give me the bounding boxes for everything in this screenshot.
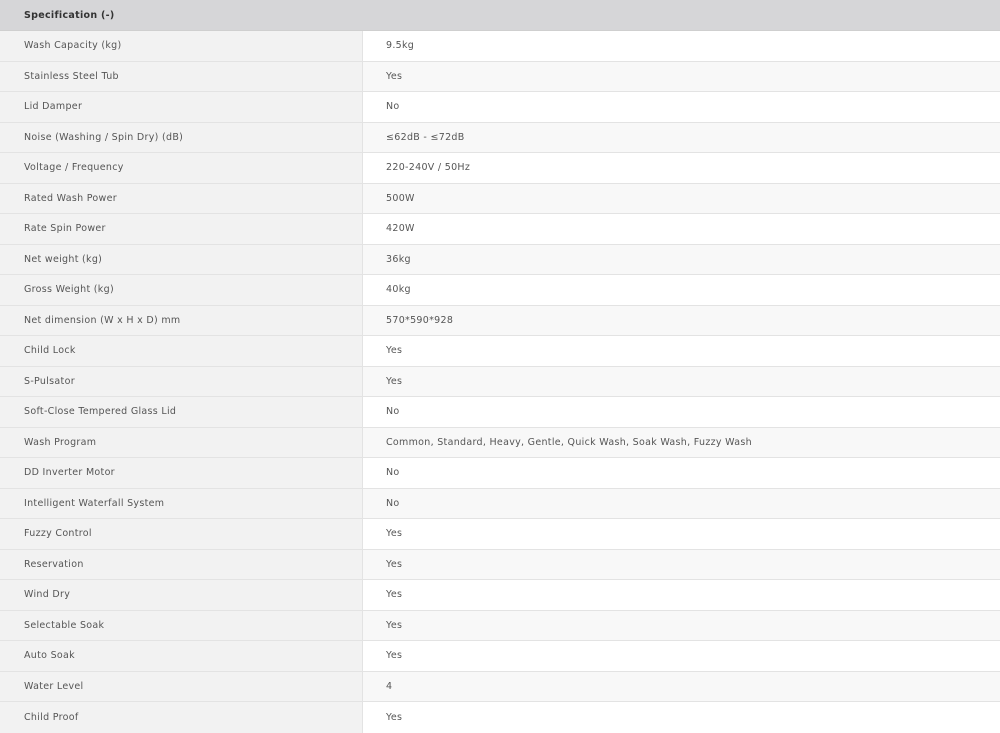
table-row: Intelligent Waterfall System No [0,488,1000,519]
spec-label: Wash Program [0,427,363,457]
table-row: Gross Weight (kg) 40kg [0,275,1000,306]
spec-label: Soft-Close Tempered Glass Lid [0,397,363,427]
spec-label: Wind Dry [0,580,363,610]
spec-label: Voltage / Frequency [0,153,363,183]
spec-label: Fuzzy Control [0,519,363,549]
spec-label: Intelligent Waterfall System [0,488,363,518]
spec-label: Wash Capacity (kg) [0,31,363,61]
specification-title: Specification (-) [24,9,115,21]
spec-value: 40kg [363,275,1000,305]
specification-table: Specification (-) Wash Capacity (kg) 9.5k… [0,0,1000,733]
table-row: Net dimension (W x H x D) mm 570*590*928 [0,305,1000,336]
spec-value: ≤62dB - ≤72dB [363,122,1000,152]
table-row: Rate Spin Power 420W [0,214,1000,245]
table-row: Selectable Soak Yes [0,610,1000,641]
spec-label: Child Proof [0,702,363,733]
spec-label: S-Pulsator [0,366,363,396]
spec-label: Reservation [0,549,363,579]
spec-value: Yes [363,519,1000,549]
table-row: Wash Capacity (kg) 9.5kg [0,31,1000,62]
table-row: Voltage / Frequency 220-240V / 50Hz [0,153,1000,184]
table-row: Net weight (kg) 36kg [0,244,1000,275]
spec-value: No [363,458,1000,488]
spec-value: Yes [363,549,1000,579]
table-row: Wind Dry Yes [0,580,1000,611]
spec-label: Net dimension (W x H x D) mm [0,305,363,335]
table-row: DD Inverter Motor No [0,458,1000,489]
spec-label: Stainless Steel Tub [0,61,363,91]
spec-label: Water Level [0,671,363,701]
table-row: S-Pulsator Yes [0,366,1000,397]
table-row: Rated Wash Power 500W [0,183,1000,214]
spec-value: Yes [363,702,1000,733]
spec-label: Child Lock [0,336,363,366]
spec-label: Noise (Washing / Spin Dry) (dB) [0,122,363,152]
spec-value: Yes [363,336,1000,366]
spec-label: Auto Soak [0,641,363,671]
table-row: Auto Soak Yes [0,641,1000,672]
table-row: Fuzzy Control Yes [0,519,1000,550]
table-row: Child Lock Yes [0,336,1000,367]
table-row: Wash Program Common, Standard, Heavy, Gen… [0,427,1000,458]
table-row: Lid Damper No [0,92,1000,123]
specification-header[interactable]: Specification (-) [0,0,1000,31]
table-row: Reservation Yes [0,549,1000,580]
spec-value: Yes [363,366,1000,396]
spec-value: No [363,92,1000,122]
spec-value: Common, Standard, Heavy, Gentle, Quick W… [363,427,1000,457]
spec-value: Yes [363,61,1000,91]
spec-label: Gross Weight (kg) [0,275,363,305]
spec-value: 4 [363,671,1000,701]
spec-value: 36kg [363,244,1000,274]
spec-value: 9.5kg [363,31,1000,61]
spec-label: Net weight (kg) [0,244,363,274]
table-row: Noise (Washing / Spin Dry) (dB) ≤62dB - ≤… [0,122,1000,153]
spec-value: 420W [363,214,1000,244]
specification-rows: Wash Capacity (kg) 9.5kg Stainless Steel T… [0,31,1000,733]
spec-label: Selectable Soak [0,610,363,640]
spec-value: Yes [363,610,1000,640]
spec-value: No [363,397,1000,427]
spec-value: 500W [363,183,1000,213]
table-row: Water Level 4 [0,671,1000,702]
table-row: Child Proof Yes [0,702,1000,733]
table-row: Stainless Steel Tub Yes [0,61,1000,92]
spec-value: 570*590*928 [363,305,1000,335]
spec-label: Rated Wash Power [0,183,363,213]
spec-label: DD Inverter Motor [0,458,363,488]
spec-label: Lid Damper [0,92,363,122]
spec-value: Yes [363,641,1000,671]
spec-value: No [363,488,1000,518]
table-row: Soft-Close Tempered Glass Lid No [0,397,1000,428]
spec-value: 220-240V / 50Hz [363,153,1000,183]
spec-label: Rate Spin Power [0,214,363,244]
spec-value: Yes [363,580,1000,610]
